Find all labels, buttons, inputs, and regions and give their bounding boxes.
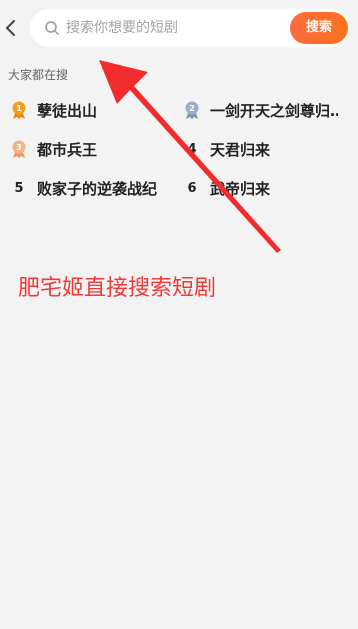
hot-search-item-title: 武帝归来 (210, 179, 271, 198)
hot-search-item-title: 天君归来 (210, 140, 271, 159)
hot-search-item[interactable]: 2 一剑开天之剑尊归… (183, 95, 338, 125)
rank-medal-gold: 1 (10, 101, 28, 119)
rank-number: 5 (14, 180, 24, 196)
bronze-medal-icon: 3 (12, 140, 26, 158)
hot-search-title: 大家都在搜 (8, 68, 69, 82)
svg-text:2: 2 (189, 104, 195, 113)
hot-search-item-title: 一剑开天之剑尊归… (210, 101, 338, 120)
rank-number: 6 (187, 180, 197, 196)
silver-medal-icon: 2 (185, 101, 199, 119)
hot-search-item-title: 败家子的逆袭战纪 (37, 179, 158, 198)
search-bar: 搜索 (0, 0, 358, 58)
rank-medal-silver: 2 (183, 101, 201, 119)
hot-search-item[interactable]: 5 败家子的逆袭战纪 (10, 173, 157, 203)
back-arrow-icon[interactable] (0, 12, 22, 44)
search-input[interactable] (66, 9, 286, 47)
hot-search-item-title: 孽徒出山 (37, 101, 98, 120)
search-icon (45, 21, 59, 35)
hot-search-item[interactable]: 3 都市兵王 (10, 134, 97, 164)
search-page: 搜索 大家都在搜 1 孽徒出山 2 (0, 0, 358, 629)
gold-medal-icon: 1 (12, 101, 26, 119)
svg-text:3: 3 (16, 143, 22, 152)
hot-search-item-title: 都市兵王 (37, 140, 98, 159)
rank-number: 4 (187, 141, 197, 157)
search-field[interactable]: 搜索 (30, 9, 350, 47)
search-button[interactable]: 搜索 (290, 12, 348, 44)
hot-search-item[interactable]: 1 孽徒出山 (10, 95, 97, 125)
svg-text:1: 1 (16, 104, 22, 113)
annotation-caption: 肥宅姬直接搜索短剧 (18, 276, 217, 301)
hot-search-item[interactable]: 6 武帝归来 (183, 173, 270, 203)
rank-medal-bronze: 3 (10, 140, 28, 158)
hot-search-item[interactable]: 4 天君归来 (183, 134, 270, 164)
